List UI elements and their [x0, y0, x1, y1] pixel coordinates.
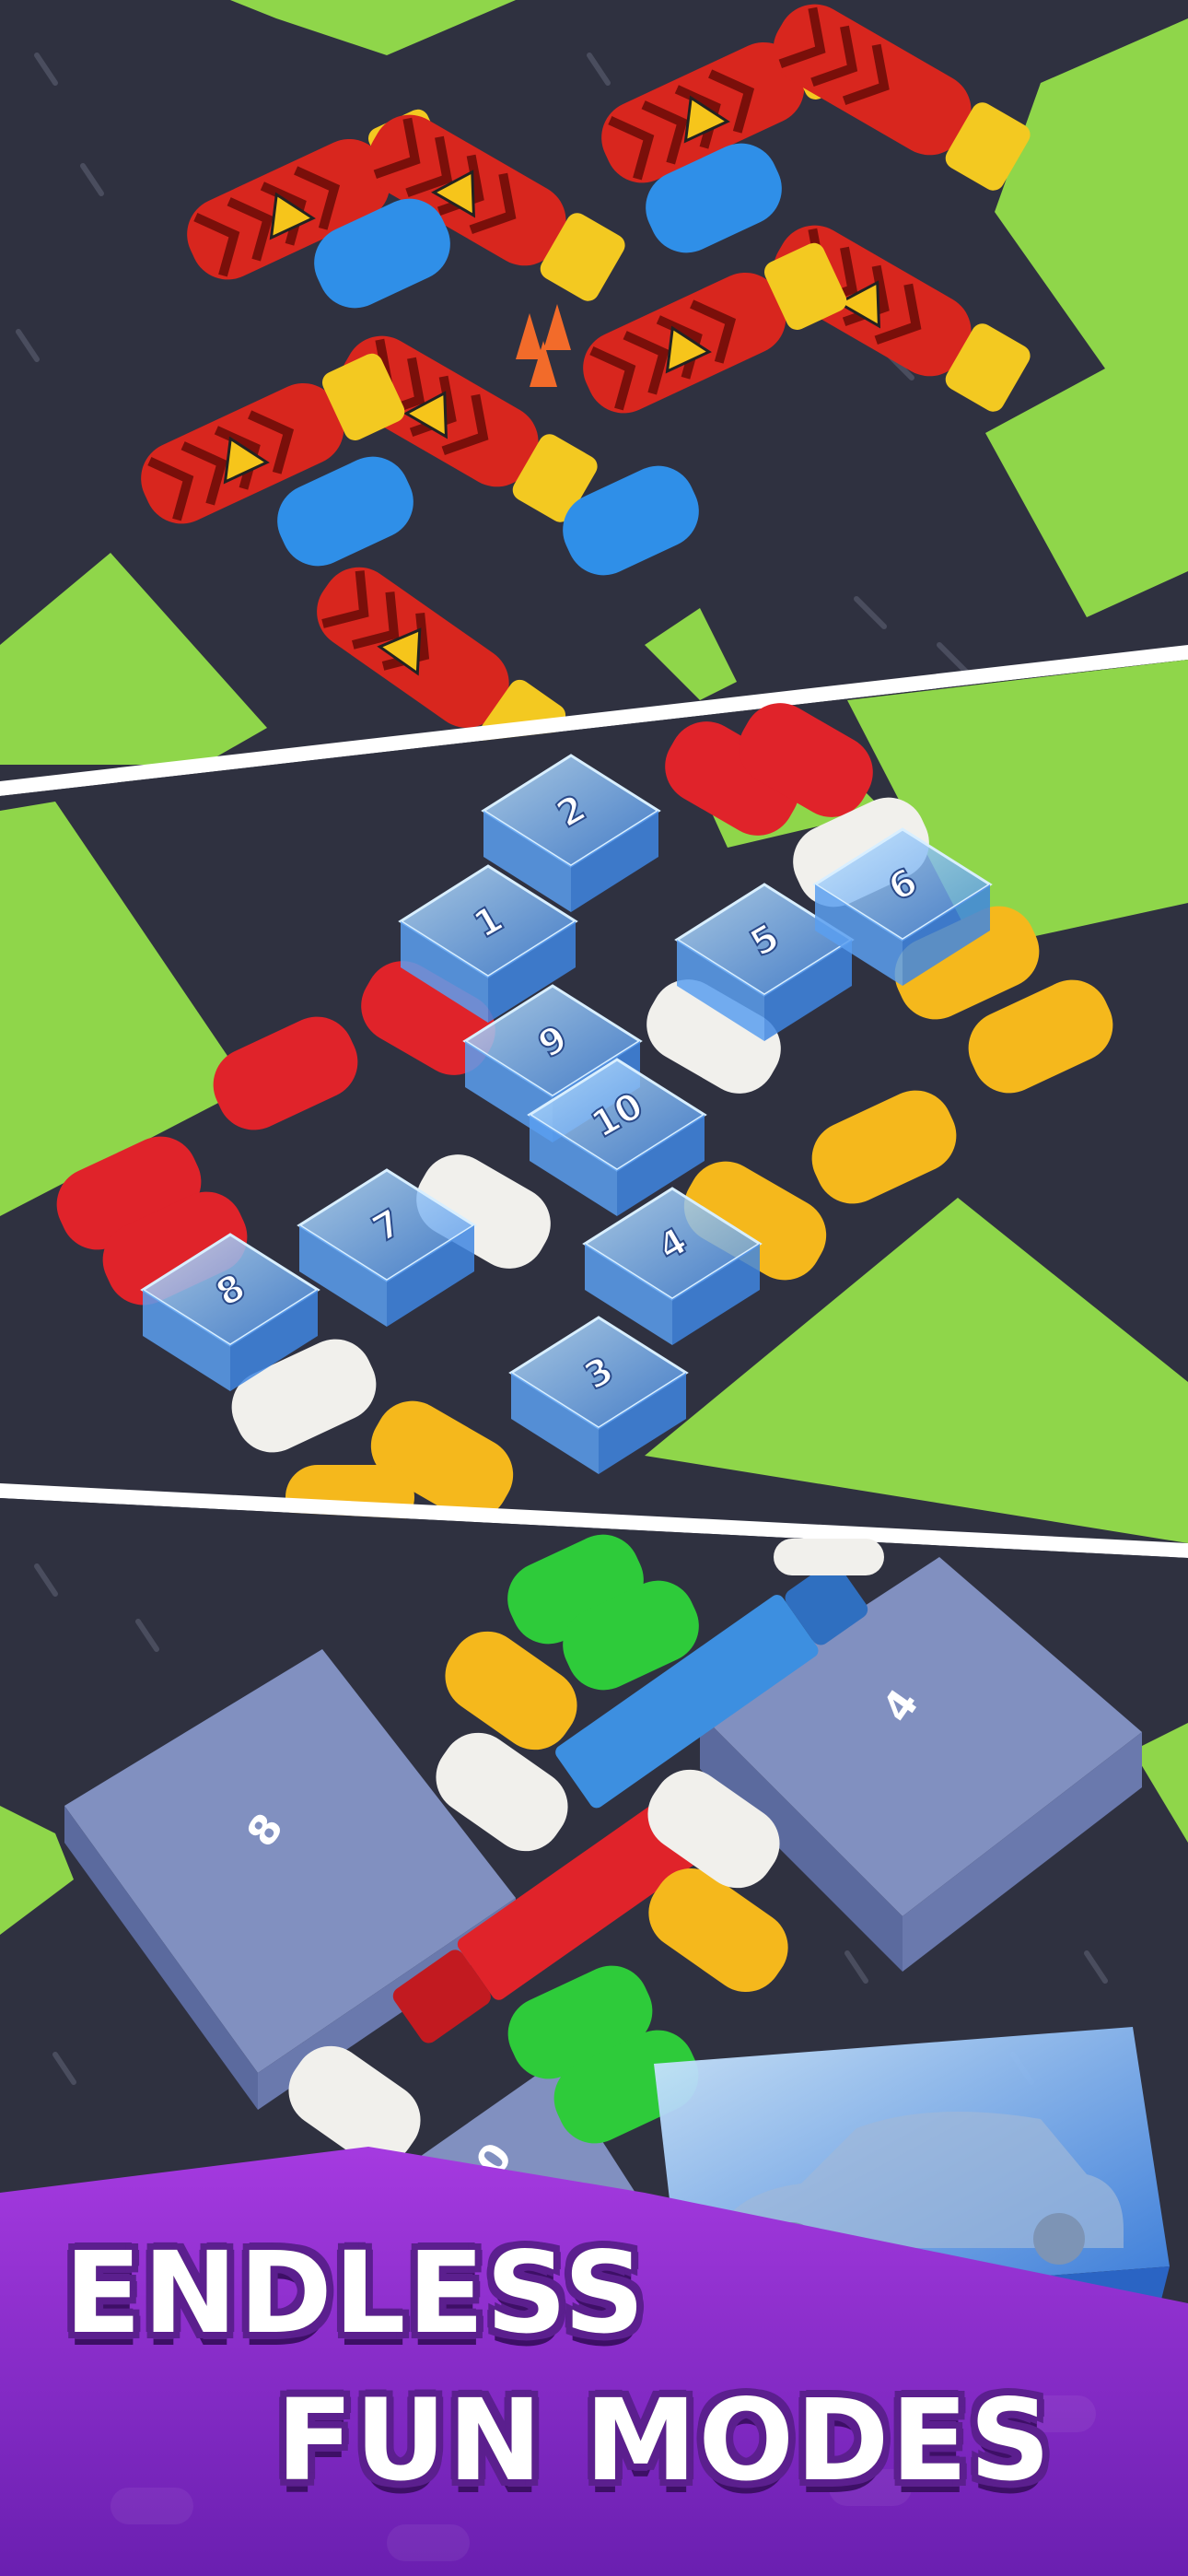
- headline-line-2: FUN MODES: [276, 2375, 1053, 2506]
- promo-screenshot: 2 1 5 6 9 10 7 8 4 3 8 4 ENDLESS FUN MOD…: [0, 0, 1188, 2576]
- white-car[interactable]: [774, 1539, 884, 1575]
- top-panel: [0, 0, 1188, 769]
- headline-line-1: ENDLESS: [64, 2228, 647, 2359]
- middle-panel: 21 569107843: [0, 660, 1188, 1543]
